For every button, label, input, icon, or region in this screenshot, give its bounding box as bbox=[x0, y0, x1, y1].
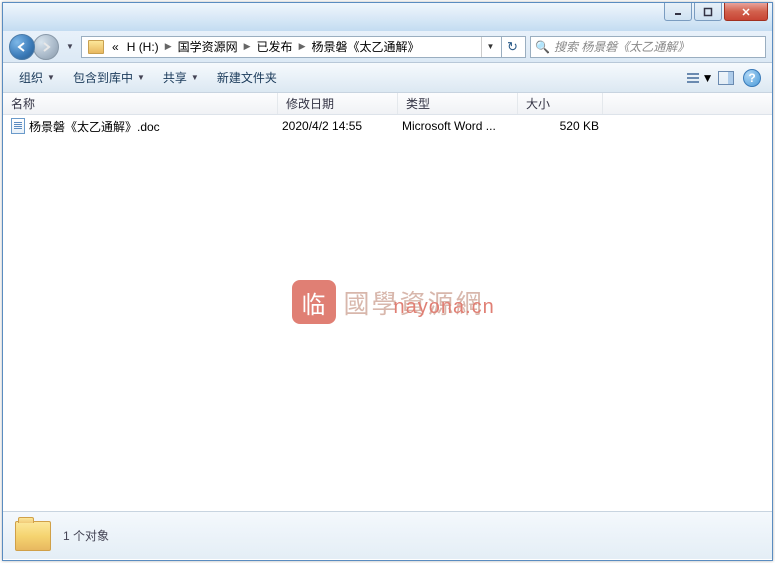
minimize-button[interactable] bbox=[664, 3, 692, 21]
column-headers: 名称 修改日期 类型 大小 bbox=[3, 93, 772, 115]
watermark-text: 國學資源網 bbox=[343, 284, 483, 321]
navbar: ▼ « H (H:) ▶ 国学资源网 ▶ 已发布 ▶ 杨景磐《太乙通解》 ▼ ↻… bbox=[3, 31, 772, 63]
address-dropdown[interactable]: ▼ bbox=[481, 37, 499, 57]
library-menu[interactable]: 包含到库中 ▼ bbox=[65, 67, 153, 88]
titlebar bbox=[3, 3, 772, 31]
history-dropdown[interactable]: ▼ bbox=[63, 37, 77, 57]
forward-button[interactable] bbox=[33, 34, 59, 60]
breadcrumb-item[interactable]: H (H:) bbox=[123, 40, 163, 54]
new-folder-button[interactable]: 新建文件夹 bbox=[209, 67, 285, 88]
breadcrumb-item[interactable]: 国学资源网 bbox=[174, 38, 242, 55]
list-icon bbox=[687, 73, 699, 83]
close-button[interactable] bbox=[724, 3, 768, 21]
chevron-down-icon: ▼ bbox=[137, 73, 145, 82]
window-controls bbox=[664, 3, 768, 21]
column-name[interactable]: 名称 bbox=[3, 93, 278, 114]
help-icon: ? bbox=[743, 69, 761, 87]
folder-icon bbox=[15, 521, 51, 551]
chevron-down-icon: ▼ bbox=[47, 73, 55, 82]
share-menu[interactable]: 共享 ▼ bbox=[155, 67, 207, 88]
chevron-right-icon[interactable]: ▶ bbox=[163, 41, 174, 52]
watermark: 临 國學資源網 nayona.cn bbox=[291, 280, 483, 324]
back-button[interactable] bbox=[9, 34, 35, 60]
watermark-badge: 临 bbox=[291, 280, 335, 324]
file-type-cell: Microsoft Word ... bbox=[398, 119, 518, 133]
file-name-cell: 杨景磐《太乙通解》.doc bbox=[7, 118, 278, 135]
panel-icon bbox=[718, 71, 734, 85]
help-button[interactable]: ? bbox=[740, 66, 764, 90]
status-text: 1 个对象 bbox=[63, 527, 109, 544]
column-type[interactable]: 类型 bbox=[398, 93, 518, 114]
status-bar: 1 个对象 bbox=[3, 511, 772, 559]
breadcrumb-prefix[interactable]: « bbox=[108, 40, 123, 54]
column-date[interactable]: 修改日期 bbox=[278, 93, 398, 114]
search-input[interactable]: 🔍 搜索 杨景磐《太乙通解》 bbox=[530, 36, 766, 58]
doc-icon bbox=[11, 118, 25, 134]
file-date-cell: 2020/4/2 14:55 bbox=[278, 119, 398, 133]
search-placeholder: 搜索 杨景磐《太乙通解》 bbox=[554, 38, 761, 55]
folder-icon bbox=[88, 40, 104, 54]
refresh-button[interactable]: ↻ bbox=[501, 37, 523, 57]
toolbar: 组织 ▼ 包含到库中 ▼ 共享 ▼ 新建文件夹 ▼ ? bbox=[3, 63, 772, 93]
chevron-down-icon: ▼ bbox=[191, 73, 199, 82]
search-icon: 🔍 bbox=[535, 40, 550, 54]
file-size-cell: 520 KB bbox=[518, 119, 603, 133]
chevron-right-icon[interactable]: ▶ bbox=[297, 41, 308, 52]
chevron-down-icon: ▼ bbox=[702, 71, 714, 85]
column-size[interactable]: 大小 bbox=[518, 93, 603, 114]
organize-menu[interactable]: 组织 ▼ bbox=[11, 67, 63, 88]
breadcrumb-item[interactable]: 杨景磐《太乙通解》 bbox=[307, 38, 423, 55]
view-options-button[interactable]: ▼ bbox=[688, 66, 712, 90]
chevron-right-icon[interactable]: ▶ bbox=[242, 41, 253, 52]
nav-buttons: ▼ bbox=[9, 34, 77, 60]
file-row[interactable]: 杨景磐《太乙通解》.doc 2020/4/2 14:55 Microsoft W… bbox=[3, 115, 772, 137]
file-name: 杨景磐《太乙通解》.doc bbox=[29, 118, 160, 135]
address-bar[interactable]: « H (H:) ▶ 国学资源网 ▶ 已发布 ▶ 杨景磐《太乙通解》 ▼ ↻ bbox=[81, 36, 526, 58]
explorer-window: ▼ « H (H:) ▶ 国学资源网 ▶ 已发布 ▶ 杨景磐《太乙通解》 ▼ ↻… bbox=[2, 2, 773, 561]
preview-pane-button[interactable] bbox=[714, 66, 738, 90]
breadcrumb-item[interactable]: 已发布 bbox=[253, 38, 297, 55]
content-area: 名称 修改日期 类型 大小 杨景磐《太乙通解》.doc 2020/4/2 14:… bbox=[3, 93, 772, 511]
watermark-url: nayona.cn bbox=[393, 296, 494, 319]
maximize-button[interactable] bbox=[694, 3, 722, 21]
